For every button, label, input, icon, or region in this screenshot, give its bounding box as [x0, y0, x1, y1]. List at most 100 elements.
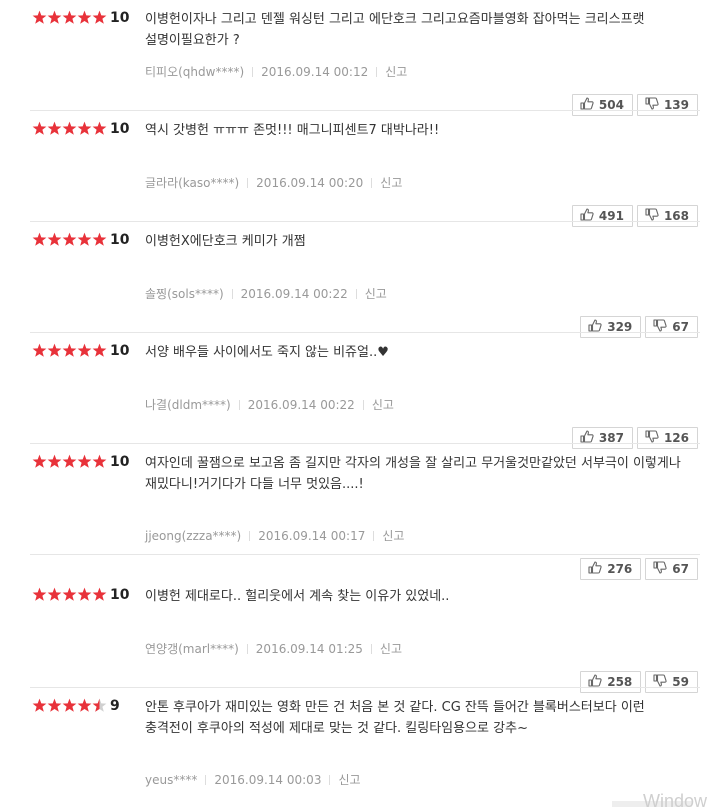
- star-icon: [47, 121, 62, 136]
- author-name[interactable]: 글라라(kaso****): [145, 176, 239, 190]
- report-link[interactable]: 신고: [380, 642, 402, 656]
- review-meta: jjeong(zzza****) 2016.09.14 00:17 신고: [145, 529, 404, 543]
- author-name[interactable]: yeus****: [145, 773, 197, 787]
- star-icon: [47, 10, 62, 25]
- review-meta: 티피오(qhdw****) 2016.09.14 00:12 신고: [145, 65, 407, 79]
- review-text: 이병헌 제대로다.. 헐리웃에서 계속 찾는 이유가 있었네..: [145, 589, 450, 604]
- review-date: 2016.09.14 00:03: [214, 773, 322, 787]
- star-icon: [92, 343, 107, 358]
- star-icon: [32, 10, 47, 25]
- rating-score: 10: [110, 232, 130, 248]
- review-item: 10 이병헌 제대로다.. 헐리웃에서 계속 찾는 이유가 있었네.. 연양갱(ma…: [0, 577, 700, 693]
- star-rating: [32, 232, 107, 248]
- star-icon: [77, 232, 92, 247]
- star-icon: [92, 454, 107, 469]
- review-separator: [30, 554, 700, 555]
- star-icon: [32, 587, 47, 602]
- star-icon: [92, 698, 107, 713]
- report-link[interactable]: 신고: [382, 529, 404, 543]
- star-icon: [62, 10, 77, 25]
- star-icon: [32, 454, 47, 469]
- thumbs-up-icon: [588, 561, 607, 577]
- divider: [231, 289, 233, 299]
- star-rating: [32, 698, 107, 714]
- divider: [370, 644, 372, 654]
- review-text: 이병헌이자나 그리고 덴젤 워싱턴 그리고 에단호크 그리고요즘마블영화 잡아먹…: [145, 12, 645, 48]
- star-icon: [47, 587, 62, 602]
- star-icon: [92, 587, 107, 602]
- review-date: 2016.09.14 00:20: [256, 176, 364, 190]
- review-date: 2016.09.14 00:22: [240, 287, 348, 301]
- report-link[interactable]: 신고: [365, 287, 387, 301]
- rating-score: 9: [110, 698, 120, 714]
- star-icon: [62, 343, 77, 358]
- star-icon: [92, 232, 107, 247]
- review-meta: 솔찡(sols****) 2016.09.14 00:22 신고: [145, 287, 387, 301]
- divider: [238, 400, 240, 410]
- star-rating: [32, 121, 107, 137]
- review-item: 10 이병헌X에단호크 케미가 개쩜솔찡(sols****) 2016.09.14 …: [0, 222, 700, 338]
- author-name[interactable]: jjeong(zzza****): [145, 529, 241, 543]
- review-item: 10 서양 배우들 사이에서도 죽지 않는 비쥬얼..♥ 나결(dldm****) 2…: [0, 333, 700, 449]
- star-icon: [32, 232, 47, 247]
- rating-score: 10: [110, 454, 130, 470]
- star-icon: [92, 121, 107, 136]
- report-link[interactable]: 신고: [338, 773, 360, 787]
- divider: [205, 775, 207, 785]
- report-link[interactable]: 신고: [385, 65, 407, 79]
- divider: [249, 531, 251, 541]
- rating-score: 10: [110, 343, 130, 359]
- review-item: 10 이병헌이자나 그리고 덴젤 워싱턴 그리고 에단호크 그리고요즘마블영화 잡…: [0, 0, 700, 116]
- star-icon: [77, 587, 92, 602]
- review-item: 10 여자인데 꿀잼으로 보고옴 좀 길지만 각자의 개성을 잘 살리고 무거울것…: [0, 444, 700, 580]
- rating-score: 10: [110, 587, 130, 603]
- star-icon: [47, 343, 62, 358]
- author-name[interactable]: 연양갱(marl****): [145, 642, 239, 656]
- star-icon: [92, 10, 107, 25]
- divider: [247, 178, 249, 188]
- star-icon: [62, 232, 77, 247]
- review-meta: 연양갱(marl****) 2016.09.14 01:25 신고: [145, 642, 402, 656]
- author-name[interactable]: 티피오(qhdw****): [145, 65, 244, 79]
- star-icon: [77, 454, 92, 469]
- review-text: 이병헌X에단호크 케미가 개쩜: [145, 234, 306, 249]
- divider: [355, 289, 357, 299]
- star-rating: [32, 587, 107, 603]
- windows-watermark: Window: [643, 791, 708, 811]
- star-icon: [32, 343, 47, 358]
- report-link[interactable]: 신고: [380, 176, 402, 190]
- star-icon: [77, 343, 92, 358]
- star-icon: [62, 587, 77, 602]
- rating-score: 10: [110, 121, 130, 137]
- star-icon: [62, 121, 77, 136]
- author-name[interactable]: 나결(dldm****): [145, 398, 231, 412]
- review-item: 9 안톤 후쿠아가 재미있는 영화 만든 건 처음 본 것 같다. CG 잔뜩 들…: [0, 688, 700, 799]
- review-date: 2016.09.14 00:12: [261, 65, 369, 79]
- star-icon: [77, 10, 92, 25]
- review-date: 2016.09.14 00:17: [258, 529, 366, 543]
- review-text: 역시 갓병헌 ㅠㅠㅠ 존멋!!! 매그니피센트7 대박나라!!: [145, 123, 440, 138]
- review-text: 여자인데 꿀잼으로 보고옴 좀 길지만 각자의 개성을 잘 살리고 무거울것만같…: [145, 456, 681, 492]
- review-date: 2016.09.14 01:25: [255, 642, 363, 656]
- thumbs-down-icon: [653, 561, 672, 577]
- star-icon: [47, 698, 62, 713]
- divider: [371, 178, 373, 188]
- review-date: 2016.09.14 00:22: [247, 398, 355, 412]
- review-meta: 나결(dldm****) 2016.09.14 00:22 신고: [145, 398, 394, 412]
- star-icon: [77, 121, 92, 136]
- star-icon: [47, 454, 62, 469]
- star-rating: [32, 343, 107, 359]
- report-link[interactable]: 신고: [372, 398, 394, 412]
- star-icon: [47, 232, 62, 247]
- review-meta: 글라라(kaso****) 2016.09.14 00:20 신고: [145, 176, 402, 190]
- rating-score: 10: [110, 10, 130, 26]
- divider: [246, 644, 248, 654]
- star-icon: [32, 698, 47, 713]
- divider: [252, 67, 254, 77]
- like-count: 276: [607, 562, 633, 576]
- review-item: 10 역시 갓병헌 ㅠㅠㅠ 존멋!!! 매그니피센트7 대박나라!! 글라라(kas…: [0, 111, 700, 227]
- author-name[interactable]: 솔찡(sols****): [145, 287, 224, 301]
- star-icon: [62, 454, 77, 469]
- star-rating: [32, 454, 107, 470]
- divider: [329, 775, 331, 785]
